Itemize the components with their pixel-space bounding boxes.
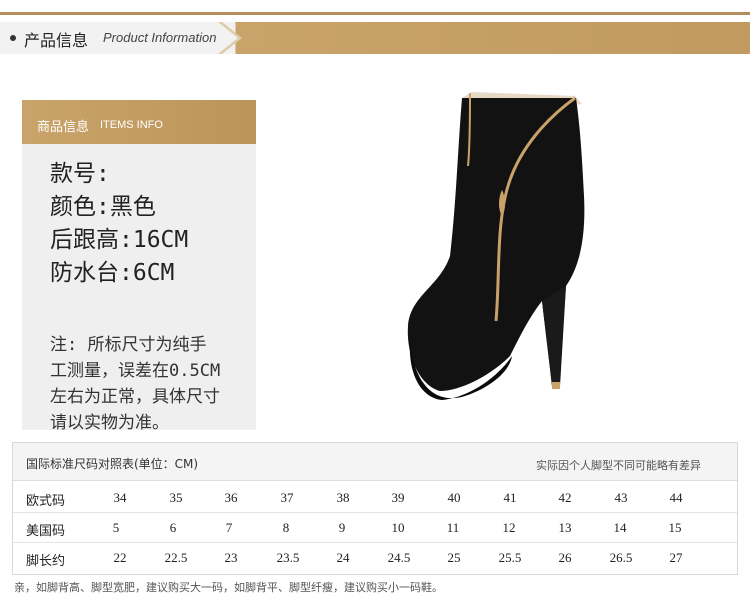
table-row-label-foot-length: 脚长约 bbox=[26, 554, 66, 569]
measurement-note-line: 注: 所标尺寸为纯手 bbox=[50, 335, 207, 355]
table-cell: 24.5 bbox=[387, 550, 411, 565]
table-cell: 27 bbox=[669, 550, 683, 565]
table-cell: 26.5 bbox=[609, 550, 633, 565]
table-row-label-us: 美国码 bbox=[26, 524, 66, 539]
spec-color: 颜色:黑色 bbox=[50, 194, 156, 220]
black-stiletto-ankle-boot-image bbox=[407, 92, 585, 400]
table-cell: 38 bbox=[336, 490, 350, 505]
table-cell: 26 bbox=[558, 550, 572, 565]
table-cell: 39 bbox=[391, 490, 405, 505]
table-cell: 34 bbox=[113, 490, 127, 505]
sizing-advice-note: 亲，如脚背高、脚型宽肥，建议购买大一码，如脚背平、脚型纤瘦，建议购买小一码鞋。 bbox=[14, 581, 443, 594]
table-row-divider bbox=[13, 512, 737, 513]
table-cell: 36 bbox=[224, 490, 238, 505]
table-cell: 42 bbox=[558, 490, 572, 505]
table-cell: 44 bbox=[669, 490, 683, 505]
section-title-en: Product Information bbox=[103, 30, 217, 45]
table-cell: 40 bbox=[447, 490, 461, 505]
table-cell: 25.5 bbox=[498, 550, 522, 565]
table-cell: 5 bbox=[112, 520, 120, 535]
table-cell: 13 bbox=[558, 520, 572, 535]
table-cell: 6 bbox=[169, 520, 177, 535]
size-table-note: 实际因个人脚型不同可能略有差异 bbox=[536, 459, 701, 472]
table-cell: 41 bbox=[503, 490, 517, 505]
table-cell: 43 bbox=[614, 490, 628, 505]
items-info-heading-cn: 商品信息 bbox=[37, 120, 90, 135]
measurement-note-line: 请以实物为准。 bbox=[50, 413, 169, 433]
table-cell: 12 bbox=[502, 520, 516, 535]
table-cell: 7 bbox=[225, 520, 233, 535]
table-row-divider bbox=[13, 542, 737, 543]
section-title-cn: 产品信息 bbox=[24, 31, 89, 50]
spec-platform-height: 防水台:6CM bbox=[50, 260, 175, 286]
table-cell: 15 bbox=[668, 520, 682, 535]
spec-heel-height: 后跟高:16CM bbox=[50, 227, 189, 253]
items-info-heading-en: ITEMS INFO bbox=[100, 119, 163, 131]
spec-style-number: 款号: bbox=[50, 161, 110, 187]
table-cell: 24 bbox=[336, 550, 350, 565]
table-cell: 35 bbox=[169, 490, 183, 505]
heel-tip bbox=[552, 382, 560, 389]
table-row-label-eu: 欧式码 bbox=[26, 494, 66, 509]
table-cell: 23 bbox=[224, 550, 238, 565]
table-cell: 37 bbox=[280, 490, 294, 505]
size-table-title: 国际标准尺码对照表(单位：CM) bbox=[26, 457, 199, 471]
table-cell: 10 bbox=[391, 520, 405, 535]
header-top-rule bbox=[0, 12, 750, 15]
table-cell: 8 bbox=[282, 520, 290, 535]
table-cell: 23.5 bbox=[276, 550, 300, 565]
table-cell: 25 bbox=[447, 550, 461, 565]
table-cell: 22.5 bbox=[164, 550, 188, 565]
table-cell: 14 bbox=[613, 520, 627, 535]
table-cell: 22 bbox=[113, 550, 127, 565]
table-cell: 11 bbox=[446, 520, 460, 535]
measurement-note-line: 工测量，误差在0.5CM bbox=[50, 361, 221, 381]
table-cell: 9 bbox=[338, 520, 346, 535]
measurement-note-line: 左右为正常，具体尺寸 bbox=[50, 387, 220, 407]
bullet-icon bbox=[10, 35, 16, 41]
